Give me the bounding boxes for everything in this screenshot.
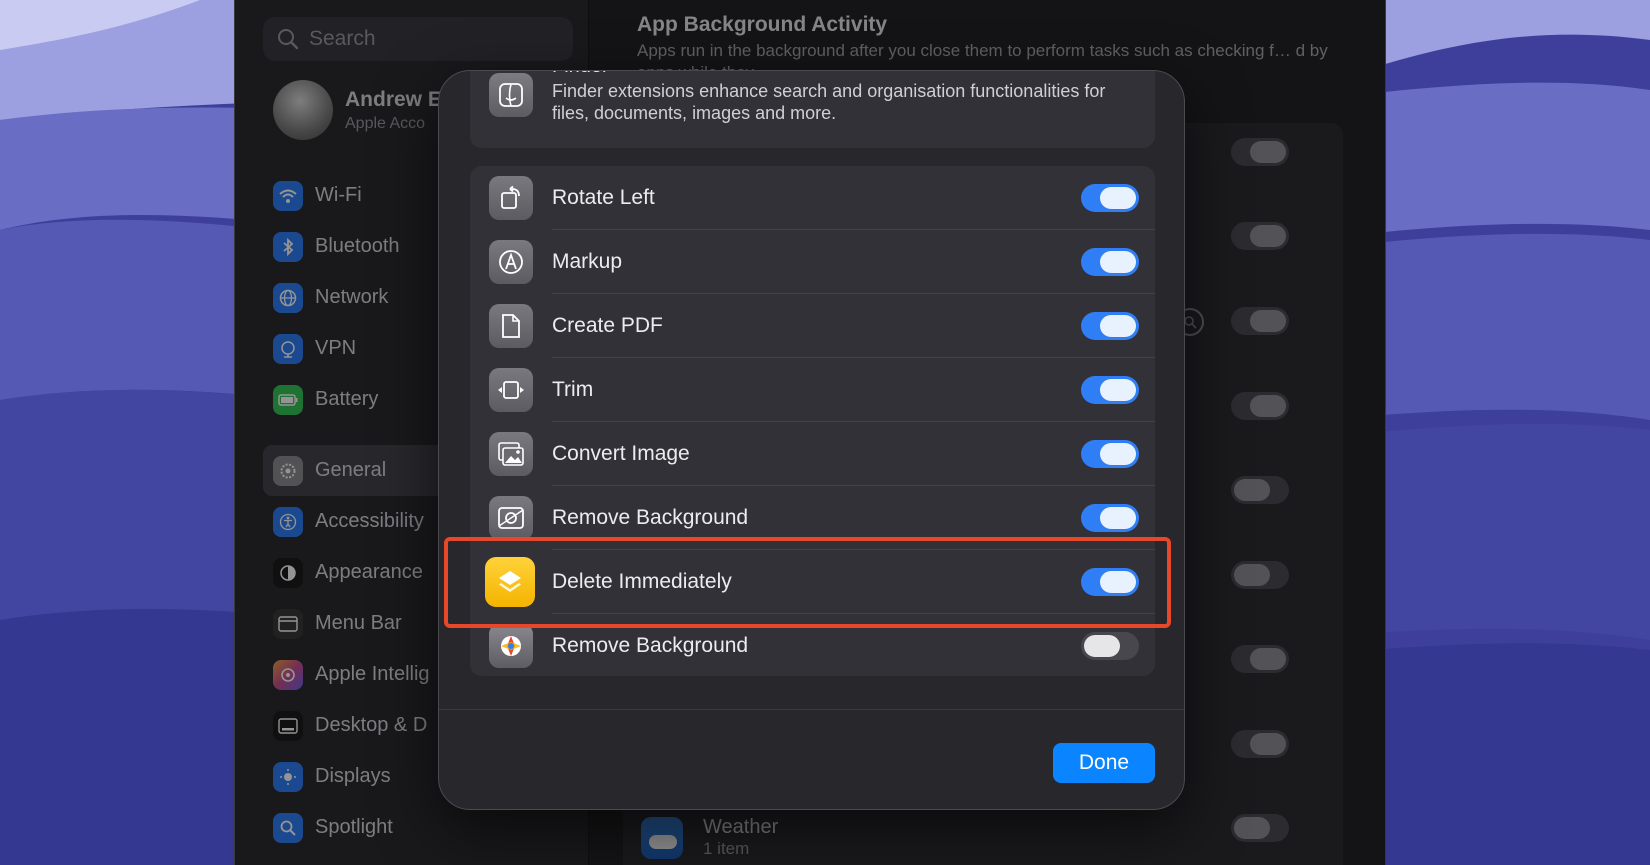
remove-background-icon xyxy=(489,496,533,540)
photo-icon xyxy=(489,432,533,476)
rotate-left-icon xyxy=(489,176,533,220)
extension-toggle[interactable] xyxy=(1081,312,1139,340)
sheet-divider xyxy=(439,709,1184,710)
extension-row-trim: Trim xyxy=(470,358,1155,422)
extension-label: Create PDF xyxy=(552,314,663,337)
pixelmator-icon xyxy=(489,624,533,668)
extension-row-rotate-left: Rotate Left xyxy=(470,166,1155,230)
markup-icon xyxy=(489,240,533,284)
extension-label: Convert Image xyxy=(552,442,690,465)
extension-toggle[interactable] xyxy=(1081,376,1139,404)
done-button[interactable]: Done xyxy=(1053,743,1155,783)
extension-row-create-pdf: Create PDF xyxy=(470,294,1155,358)
finder-icon xyxy=(489,73,533,117)
extension-toggle[interactable] xyxy=(1081,248,1139,276)
document-icon xyxy=(489,304,533,348)
trim-icon xyxy=(489,368,533,412)
finder-header: Finder Finder extensions enhance search … xyxy=(470,71,1155,148)
finder-title: Finder xyxy=(552,71,609,78)
extension-row-markup: Markup xyxy=(470,230,1155,294)
extensions-sheet: Finder Finder extensions enhance search … xyxy=(438,70,1185,810)
extension-toggle[interactable] xyxy=(1081,632,1139,660)
extension-toggle[interactable] xyxy=(1081,504,1139,532)
extension-label: Rotate Left xyxy=(552,186,655,209)
extension-toggle[interactable] xyxy=(1081,440,1139,468)
extension-toggle[interactable] xyxy=(1081,184,1139,212)
extension-row-convert-image: Convert Image xyxy=(470,422,1155,486)
extension-label: Trim xyxy=(552,378,594,401)
finder-description: Finder extensions enhance search and org… xyxy=(552,81,1106,123)
extension-label: Markup xyxy=(552,250,623,273)
annotation-highlight-box xyxy=(444,537,1171,628)
